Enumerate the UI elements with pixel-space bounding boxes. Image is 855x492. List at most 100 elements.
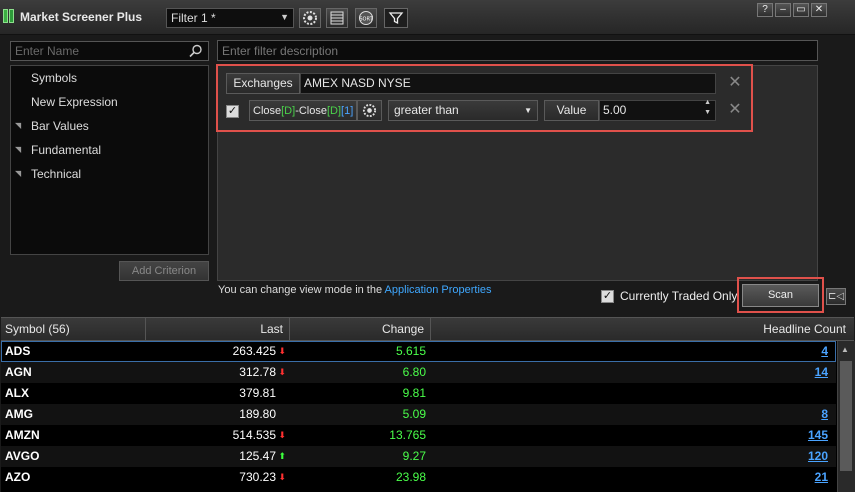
last-cell-text: 379.81 bbox=[239, 386, 276, 400]
symbol-cell: AGN bbox=[5, 362, 32, 383]
formula-button[interactable]: Close[D]-Close[D][1] bbox=[249, 100, 357, 121]
search-icon[interactable] bbox=[189, 44, 203, 58]
tree-item-fundamental[interactable]: ◥ Fundamental bbox=[11, 140, 208, 160]
table-row[interactable]: AZO 730.23 ⬇ 23.98 21 bbox=[1, 467, 836, 488]
add-criterion-button[interactable]: Add Criterion bbox=[119, 261, 209, 281]
operator-select[interactable]: greater than ▼ bbox=[388, 100, 538, 121]
column-header-last[interactable]: Last bbox=[146, 318, 290, 340]
symbol-cell-text: AMZN bbox=[5, 428, 40, 442]
maximize-button[interactable]: ▭ bbox=[793, 3, 809, 17]
pin-button[interactable]: ⊏◁ bbox=[826, 288, 846, 305]
chevron-down-icon: ▼ bbox=[280, 12, 289, 22]
columns-button[interactable] bbox=[326, 8, 348, 28]
settings-button[interactable] bbox=[299, 8, 321, 28]
symbol-cell-text: ADS bbox=[5, 344, 31, 358]
headline-count-link-text[interactable]: 4 bbox=[821, 344, 828, 358]
change-cell-text: 9.27 bbox=[402, 449, 426, 463]
chevron-down-icon: ▼ bbox=[524, 106, 532, 115]
table-row[interactable]: AMG 189.80 5.09 8 bbox=[1, 404, 836, 425]
headline-count-link[interactable] bbox=[431, 383, 828, 404]
operator-value: greater than bbox=[394, 103, 459, 117]
formula-settings-button[interactable] bbox=[357, 100, 382, 121]
filter-description-field[interactable] bbox=[217, 40, 818, 61]
filter-button[interactable] bbox=[384, 8, 408, 28]
headline-count-link-text[interactable]: 145 bbox=[808, 428, 828, 442]
headline-count-link[interactable]: 8 bbox=[431, 404, 828, 425]
filter-description-input[interactable] bbox=[218, 41, 817, 60]
svg-text:SORT: SORT bbox=[359, 17, 373, 23]
application-properties-link[interactable]: Application Properties bbox=[385, 284, 492, 296]
headline-count-link[interactable]: 4 bbox=[431, 341, 828, 362]
table-row[interactable]: ADS 263.425 ⬇ 5.615 4 bbox=[1, 341, 836, 362]
column-header-symbol[interactable]: Symbol (56) bbox=[1, 318, 146, 340]
results-table: Symbol (56) Last Change Headline Count A… bbox=[1, 317, 855, 492]
tree-item-label: Fundamental bbox=[31, 143, 102, 157]
vertical-scrollbar[interactable]: ▲ bbox=[837, 341, 855, 492]
last-cell-text: 514.535 bbox=[232, 428, 276, 442]
table-row[interactable]: ALX 379.81 9.81 bbox=[1, 383, 836, 404]
tree-item-technical[interactable]: ◥ Technical bbox=[11, 164, 208, 184]
change-cell-text: 23.98 bbox=[395, 470, 426, 484]
help-button[interactable]: ? bbox=[757, 3, 773, 17]
expand-triangle-icon[interactable]: ◥ bbox=[15, 140, 21, 160]
table-row[interactable]: AGN 312.78 ⬇ 6.80 14 bbox=[1, 362, 836, 383]
column-header-change[interactable]: Change bbox=[290, 318, 431, 340]
headline-count-link-text[interactable]: 8 bbox=[821, 407, 828, 421]
headline-count-link[interactable]: 120 bbox=[431, 446, 828, 467]
table-row[interactable]: AMZN 514.535 ⬇ 13.765 145 bbox=[1, 425, 836, 446]
tree-item-bar-values[interactable]: ◥ Bar Values bbox=[11, 116, 208, 136]
remove-criterion-icon[interactable]: ✕ bbox=[727, 102, 743, 118]
headline-count-link[interactable]: 145 bbox=[431, 425, 828, 446]
formula-period: [D] bbox=[326, 105, 342, 117]
scroll-up-icon[interactable]: ▲ bbox=[841, 345, 849, 354]
settings-icon bbox=[303, 11, 317, 25]
title-bar: Market Screener Plus Filter 1 * ▼ SORT ?… bbox=[0, 0, 855, 35]
headline-count-link-text[interactable]: 120 bbox=[808, 449, 828, 463]
tree-item-label: Symbols bbox=[31, 71, 78, 85]
stepper-arrows-icon[interactable]: ▲ ▼ bbox=[704, 98, 711, 118]
search-input[interactable] bbox=[11, 42, 189, 60]
value-input[interactable]: 5.00 bbox=[603, 103, 626, 117]
column-header-headline-count[interactable]: Headline Count bbox=[431, 318, 854, 340]
headline-count-link[interactable]: 14 bbox=[431, 362, 828, 383]
value-stepper[interactable]: 5.00 ▲ ▼ bbox=[599, 98, 716, 121]
scan-button[interactable]: Scan bbox=[742, 284, 819, 307]
criteria-tree: Symbols New Expression ◥ Bar Values ◥ Fu… bbox=[10, 65, 209, 255]
up-arrow-icon: ⬆ bbox=[278, 451, 286, 461]
symbol-cell-text: AMG bbox=[5, 407, 33, 421]
minimize-button[interactable]: – bbox=[775, 3, 791, 17]
tree-item-symbols[interactable]: Symbols bbox=[11, 68, 208, 88]
close-button[interactable]: ✕ bbox=[811, 3, 827, 17]
currently-traded-checkbox[interactable]: ✓ bbox=[601, 290, 614, 303]
headline-count-link-text[interactable]: 14 bbox=[815, 365, 828, 379]
change-cell: 5.615 bbox=[290, 341, 430, 362]
formula-period: [D] bbox=[281, 105, 296, 117]
sort-button[interactable]: SORT bbox=[355, 8, 377, 28]
tree-item-label: New Expression bbox=[31, 95, 118, 109]
expand-triangle-icon[interactable]: ◥ bbox=[15, 164, 21, 184]
currently-traded-label: Currently Traded Only bbox=[620, 289, 738, 303]
table-row[interactable]: AVGO 125.47 ⬆ 9.27 120 bbox=[1, 446, 836, 467]
remove-exchanges-icon[interactable]: ✕ bbox=[727, 75, 743, 91]
symbol-cell: AVGO bbox=[5, 446, 39, 467]
symbol-cell-text: ALX bbox=[5, 386, 29, 400]
exchanges-value[interactable]: AMEX NASD NYSE bbox=[300, 73, 716, 94]
filter-select[interactable]: Filter 1 * ▼ bbox=[166, 8, 294, 28]
view-mode-text: You can change view mode in the bbox=[218, 284, 385, 296]
tree-item-new-expression[interactable]: New Expression bbox=[11, 92, 208, 112]
last-cell-text: 189.80 bbox=[239, 407, 276, 421]
headline-count-link[interactable]: 21 bbox=[431, 467, 828, 488]
change-cell: 23.98 bbox=[290, 467, 430, 488]
change-cell: 6.80 bbox=[290, 362, 430, 383]
criterion-checkbox[interactable]: ✓ bbox=[226, 105, 239, 118]
formula-part: Close bbox=[253, 105, 282, 117]
app-logo-icon bbox=[3, 9, 17, 23]
scrollbar-thumb[interactable] bbox=[840, 361, 852, 471]
headline-count-link-text[interactable]: 21 bbox=[815, 470, 828, 484]
expand-triangle-icon[interactable]: ◥ bbox=[15, 116, 21, 136]
last-cell: 125.47 ⬆ bbox=[146, 446, 288, 467]
down-arrow-icon: ⬇ bbox=[278, 472, 286, 482]
search-field[interactable] bbox=[10, 41, 209, 61]
view-mode-hint: You can change view mode in the Applicat… bbox=[218, 284, 492, 296]
exchanges-button[interactable]: Exchanges bbox=[226, 73, 300, 94]
